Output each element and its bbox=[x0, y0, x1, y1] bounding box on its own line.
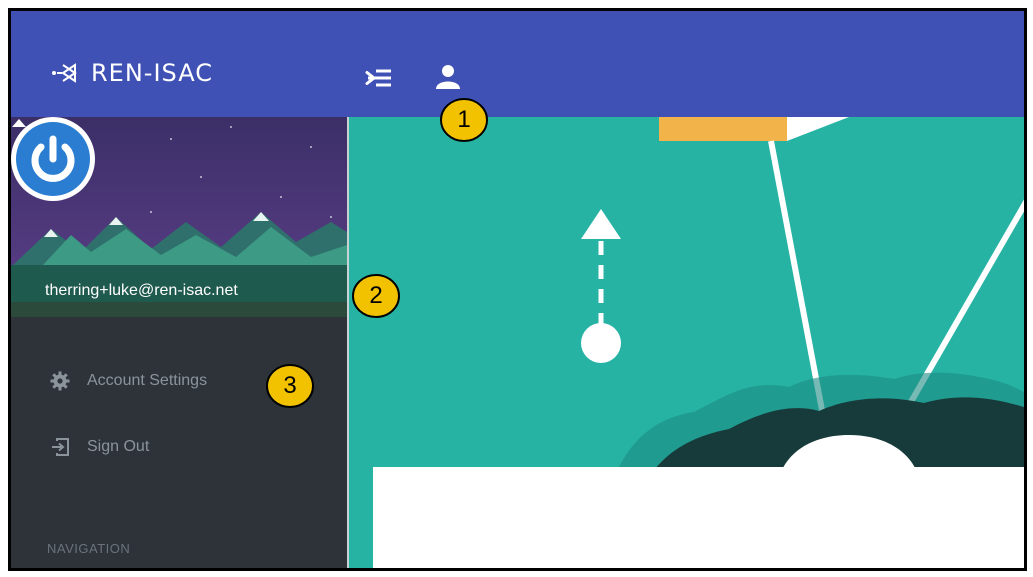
menu-collapse-button[interactable] bbox=[363, 63, 399, 93]
sign-out-icon bbox=[49, 436, 71, 458]
caret-up-icon[interactable] bbox=[11, 117, 27, 129]
gear-icon bbox=[49, 370, 71, 392]
user-email: therring+luke@ren-isac.net bbox=[45, 282, 238, 299]
logo-icon bbox=[52, 63, 77, 83]
callout-2: 2 bbox=[351, 273, 401, 323]
profile-header: therring+luke@ren-isac.net bbox=[11, 117, 347, 317]
avatar[interactable] bbox=[11, 117, 95, 201]
sidebar: therring+luke@ren-isac.net Account Setti… bbox=[11, 117, 347, 568]
content-card bbox=[373, 467, 1024, 568]
main-content bbox=[349, 117, 1024, 568]
menu-collapse-icon bbox=[365, 69, 391, 87]
user-menu-button[interactable] bbox=[431, 61, 465, 95]
menu-item-label: Account Settings bbox=[87, 372, 208, 389]
menu-item-label: Sign Out bbox=[87, 438, 150, 455]
callout-3: 3 bbox=[265, 363, 315, 413]
nav-section-label: NAVIGATION bbox=[47, 541, 131, 556]
screenshot-frame: REN-ISAC therring+luke@ren-isac.net Acco… bbox=[8, 8, 1027, 571]
account-row[interactable]: therring+luke@ren-isac.net bbox=[11, 267, 347, 315]
menu-item-sign-out[interactable]: Sign Out bbox=[11, 427, 347, 467]
brand[interactable]: REN-ISAC bbox=[51, 59, 213, 87]
callout-1: 1 bbox=[439, 97, 489, 147]
top-app-bar: REN-ISAC bbox=[11, 11, 1024, 117]
app-title: REN-ISAC bbox=[91, 59, 213, 87]
user-icon bbox=[436, 65, 460, 89]
